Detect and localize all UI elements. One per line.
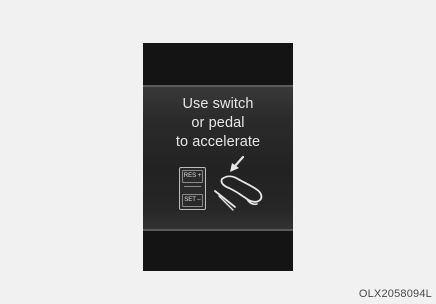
message-line-2: or pedal bbox=[191, 115, 245, 131]
message-line-3: to accelerate bbox=[175, 134, 261, 150]
set-key: SET – bbox=[182, 194, 203, 207]
res-key: RES + bbox=[182, 170, 203, 183]
cluster-bottom-band bbox=[143, 231, 293, 271]
lcd-message-panel: Use switch or pedal to accelerate RES + … bbox=[143, 85, 293, 231]
cluster-top-band bbox=[143, 43, 293, 85]
instrument-cluster-display: Use switch or pedal to accelerate RES + … bbox=[143, 43, 293, 271]
figure-code: OLX2058094L bbox=[358, 288, 432, 300]
cruise-message: Use switch or pedal to accelerate bbox=[143, 95, 293, 152]
switch-divider bbox=[184, 186, 201, 187]
foot-on-pedal-icon bbox=[214, 155, 263, 211]
message-line-1: Use switch bbox=[182, 96, 254, 112]
res-set-switch-icon: RES + SET – bbox=[179, 167, 206, 210]
page: Use switch or pedal to accelerate RES + … bbox=[0, 0, 436, 304]
press-arrow-icon bbox=[230, 155, 245, 172]
